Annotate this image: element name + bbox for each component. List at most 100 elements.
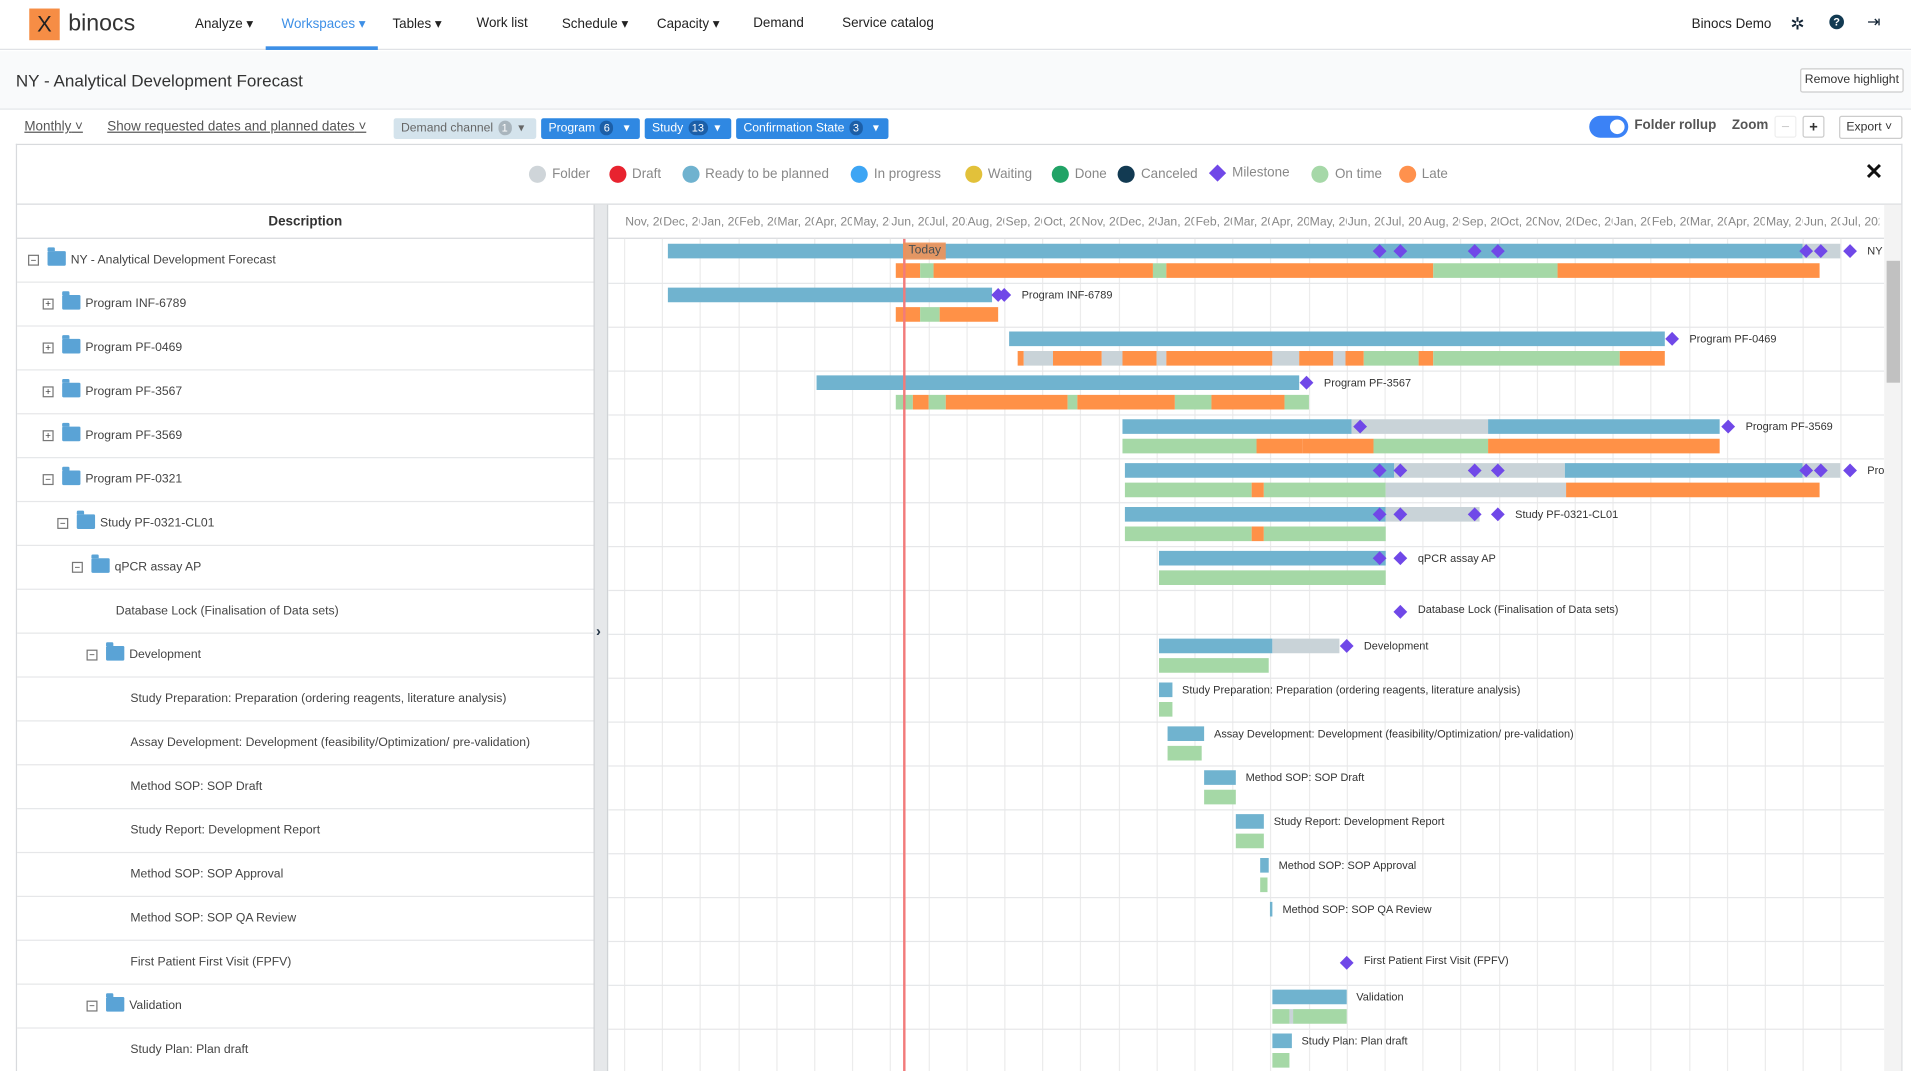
- tree-row[interactable]: − Development: [17, 634, 594, 678]
- planned-bar[interactable]: [667, 287, 993, 303]
- status-bar[interactable]: [945, 394, 1068, 410]
- tree-row[interactable]: First Patient First Visit (FPFV): [17, 941, 594, 985]
- planned-bar[interactable]: [1260, 858, 1269, 873]
- tree-row[interactable]: Method SOP: SOP Approval: [17, 853, 594, 897]
- tree-row[interactable]: − Validation: [17, 985, 594, 1029]
- status-bar[interactable]: [1433, 351, 1620, 366]
- period-select[interactable]: Monthly ˅: [24, 119, 83, 134]
- collapse-icon[interactable]: −: [86, 1000, 98, 1012]
- planned-bar[interactable]: [1124, 507, 1386, 522]
- planned-bar[interactable]: [1487, 419, 1720, 434]
- status-bar[interactable]: [1077, 394, 1175, 410]
- status-bar[interactable]: [920, 307, 940, 322]
- planned-bar[interactable]: [1270, 901, 1273, 917]
- filter-confirmation-state[interactable]: Confirmation State 3 ▾: [736, 118, 889, 139]
- status-bar[interactable]: [1251, 482, 1264, 498]
- milestone-diamond[interactable]: [1490, 507, 1505, 522]
- status-bar[interactable]: [1299, 351, 1334, 366]
- status-bar[interactable]: [939, 307, 999, 322]
- chevron-right-icon[interactable]: ›: [596, 623, 601, 640]
- status-bar[interactable]: [1124, 526, 1252, 542]
- status-bar[interactable]: [1272, 1009, 1290, 1024]
- status-bar[interactable]: [1204, 789, 1236, 805]
- status-bar[interactable]: [1302, 438, 1374, 454]
- status-bar[interactable]: [1122, 438, 1257, 454]
- status-bar[interactable]: [1385, 482, 1567, 498]
- tree-row[interactable]: Study Plan: Plan draft: [17, 1029, 593, 1071]
- status-bar[interactable]: [1211, 394, 1285, 410]
- milestone-diamond[interactable]: [1393, 551, 1408, 566]
- status-bar[interactable]: [1272, 1053, 1290, 1068]
- status-bar[interactable]: [1272, 351, 1300, 366]
- status-bar[interactable]: [1557, 263, 1820, 278]
- status-bar[interactable]: [1158, 658, 1269, 673]
- status-bar[interactable]: [1260, 877, 1268, 893]
- tree-row[interactable]: + Program INF-6789: [17, 283, 594, 327]
- status-bar[interactable]: [1023, 351, 1053, 366]
- remove-highlight-button[interactable]: Remove highlight: [1800, 68, 1904, 93]
- nav-service-catalog[interactable]: Service catalog: [842, 16, 934, 31]
- planned-bar[interactable]: [1351, 419, 1488, 434]
- status-bar[interactable]: [912, 394, 929, 410]
- status-bar[interactable]: [1263, 482, 1386, 498]
- milestone-diamond[interactable]: [1665, 331, 1679, 346]
- planned-bar[interactable]: [1204, 770, 1236, 785]
- milestone-diamond[interactable]: [1299, 375, 1314, 390]
- tree-row[interactable]: − Program PF-0321: [17, 458, 594, 503]
- filter-demand-channel[interactable]: Demand channel 1 ▾: [393, 118, 537, 139]
- folder-rollup-toggle[interactable]: [1589, 115, 1629, 138]
- tree-row[interactable]: + Program PF-3569: [17, 414, 594, 459]
- status-bar[interactable]: [1052, 351, 1102, 366]
- status-bar[interactable]: [1333, 351, 1346, 366]
- status-bar[interactable]: [1418, 351, 1434, 366]
- milestone-diamond[interactable]: [1721, 419, 1736, 434]
- expand-icon[interactable]: +: [42, 298, 54, 310]
- status-bar[interactable]: [1158, 702, 1173, 717]
- status-bar[interactable]: [1124, 482, 1252, 498]
- filter-study[interactable]: Study 13 ▾: [644, 118, 732, 139]
- status-bar[interactable]: [1101, 351, 1123, 366]
- planned-bar[interactable]: [667, 243, 1803, 259]
- status-bar[interactable]: [1156, 351, 1167, 366]
- status-bar[interactable]: [1122, 351, 1157, 366]
- tree-row[interactable]: − qPCR assay AP: [17, 546, 594, 590]
- nav-capacity[interactable]: Capacity ▾: [657, 16, 720, 32]
- tree-row[interactable]: Method SOP: SOP Draft: [17, 765, 594, 810]
- zoom-out-button[interactable]: −: [1774, 115, 1797, 138]
- logout-icon[interactable]: ⇥: [1867, 12, 1880, 32]
- binocs-logo[interactable]: X: [29, 8, 60, 41]
- status-bar[interactable]: [1256, 438, 1303, 454]
- status-bar[interactable]: [1235, 833, 1264, 849]
- user-name[interactable]: Binocs Demo: [1692, 17, 1772, 32]
- planned-bar[interactable]: [1124, 463, 1395, 478]
- tree-row[interactable]: + Program PF-0469: [17, 327, 594, 371]
- expand-icon[interactable]: +: [42, 386, 54, 398]
- filter-program[interactable]: Program 6 ▾: [541, 118, 640, 139]
- planned-bar[interactable]: [1167, 726, 1205, 741]
- milestone-diamond[interactable]: [1843, 463, 1857, 478]
- collapse-icon[interactable]: −: [71, 561, 83, 573]
- planned-bar[interactable]: [1272, 638, 1340, 654]
- planned-bar[interactable]: [1158, 550, 1386, 566]
- planned-bar[interactable]: [1009, 331, 1665, 347]
- status-bar[interactable]: [895, 307, 921, 322]
- status-bar[interactable]: [895, 263, 921, 278]
- gear-icon[interactable]: ✲: [1790, 13, 1804, 34]
- scrollbar-thumb[interactable]: [1886, 260, 1901, 383]
- planned-bar[interactable]: [1272, 1033, 1292, 1049]
- nav-analyze[interactable]: Analyze ▾: [195, 16, 253, 32]
- status-bar[interactable]: [1067, 394, 1078, 410]
- planned-bar[interactable]: [1235, 814, 1264, 829]
- planned-bar[interactable]: [1122, 419, 1352, 434]
- status-bar[interactable]: [1619, 351, 1665, 366]
- tree-row[interactable]: − NY - Analytical Development Forecast: [17, 239, 594, 283]
- status-bar[interactable]: [1166, 351, 1273, 366]
- collapse-icon[interactable]: −: [42, 474, 54, 486]
- tree-row[interactable]: − Study PF-0321-CL01: [17, 502, 594, 546]
- status-bar[interactable]: [1487, 438, 1720, 454]
- status-bar[interactable]: [1251, 526, 1264, 542]
- nav-work-list[interactable]: Work list: [477, 16, 528, 31]
- status-bar[interactable]: [1158, 570, 1386, 585]
- planned-bar[interactable]: [1272, 989, 1347, 1005]
- status-bar[interactable]: [1263, 526, 1386, 542]
